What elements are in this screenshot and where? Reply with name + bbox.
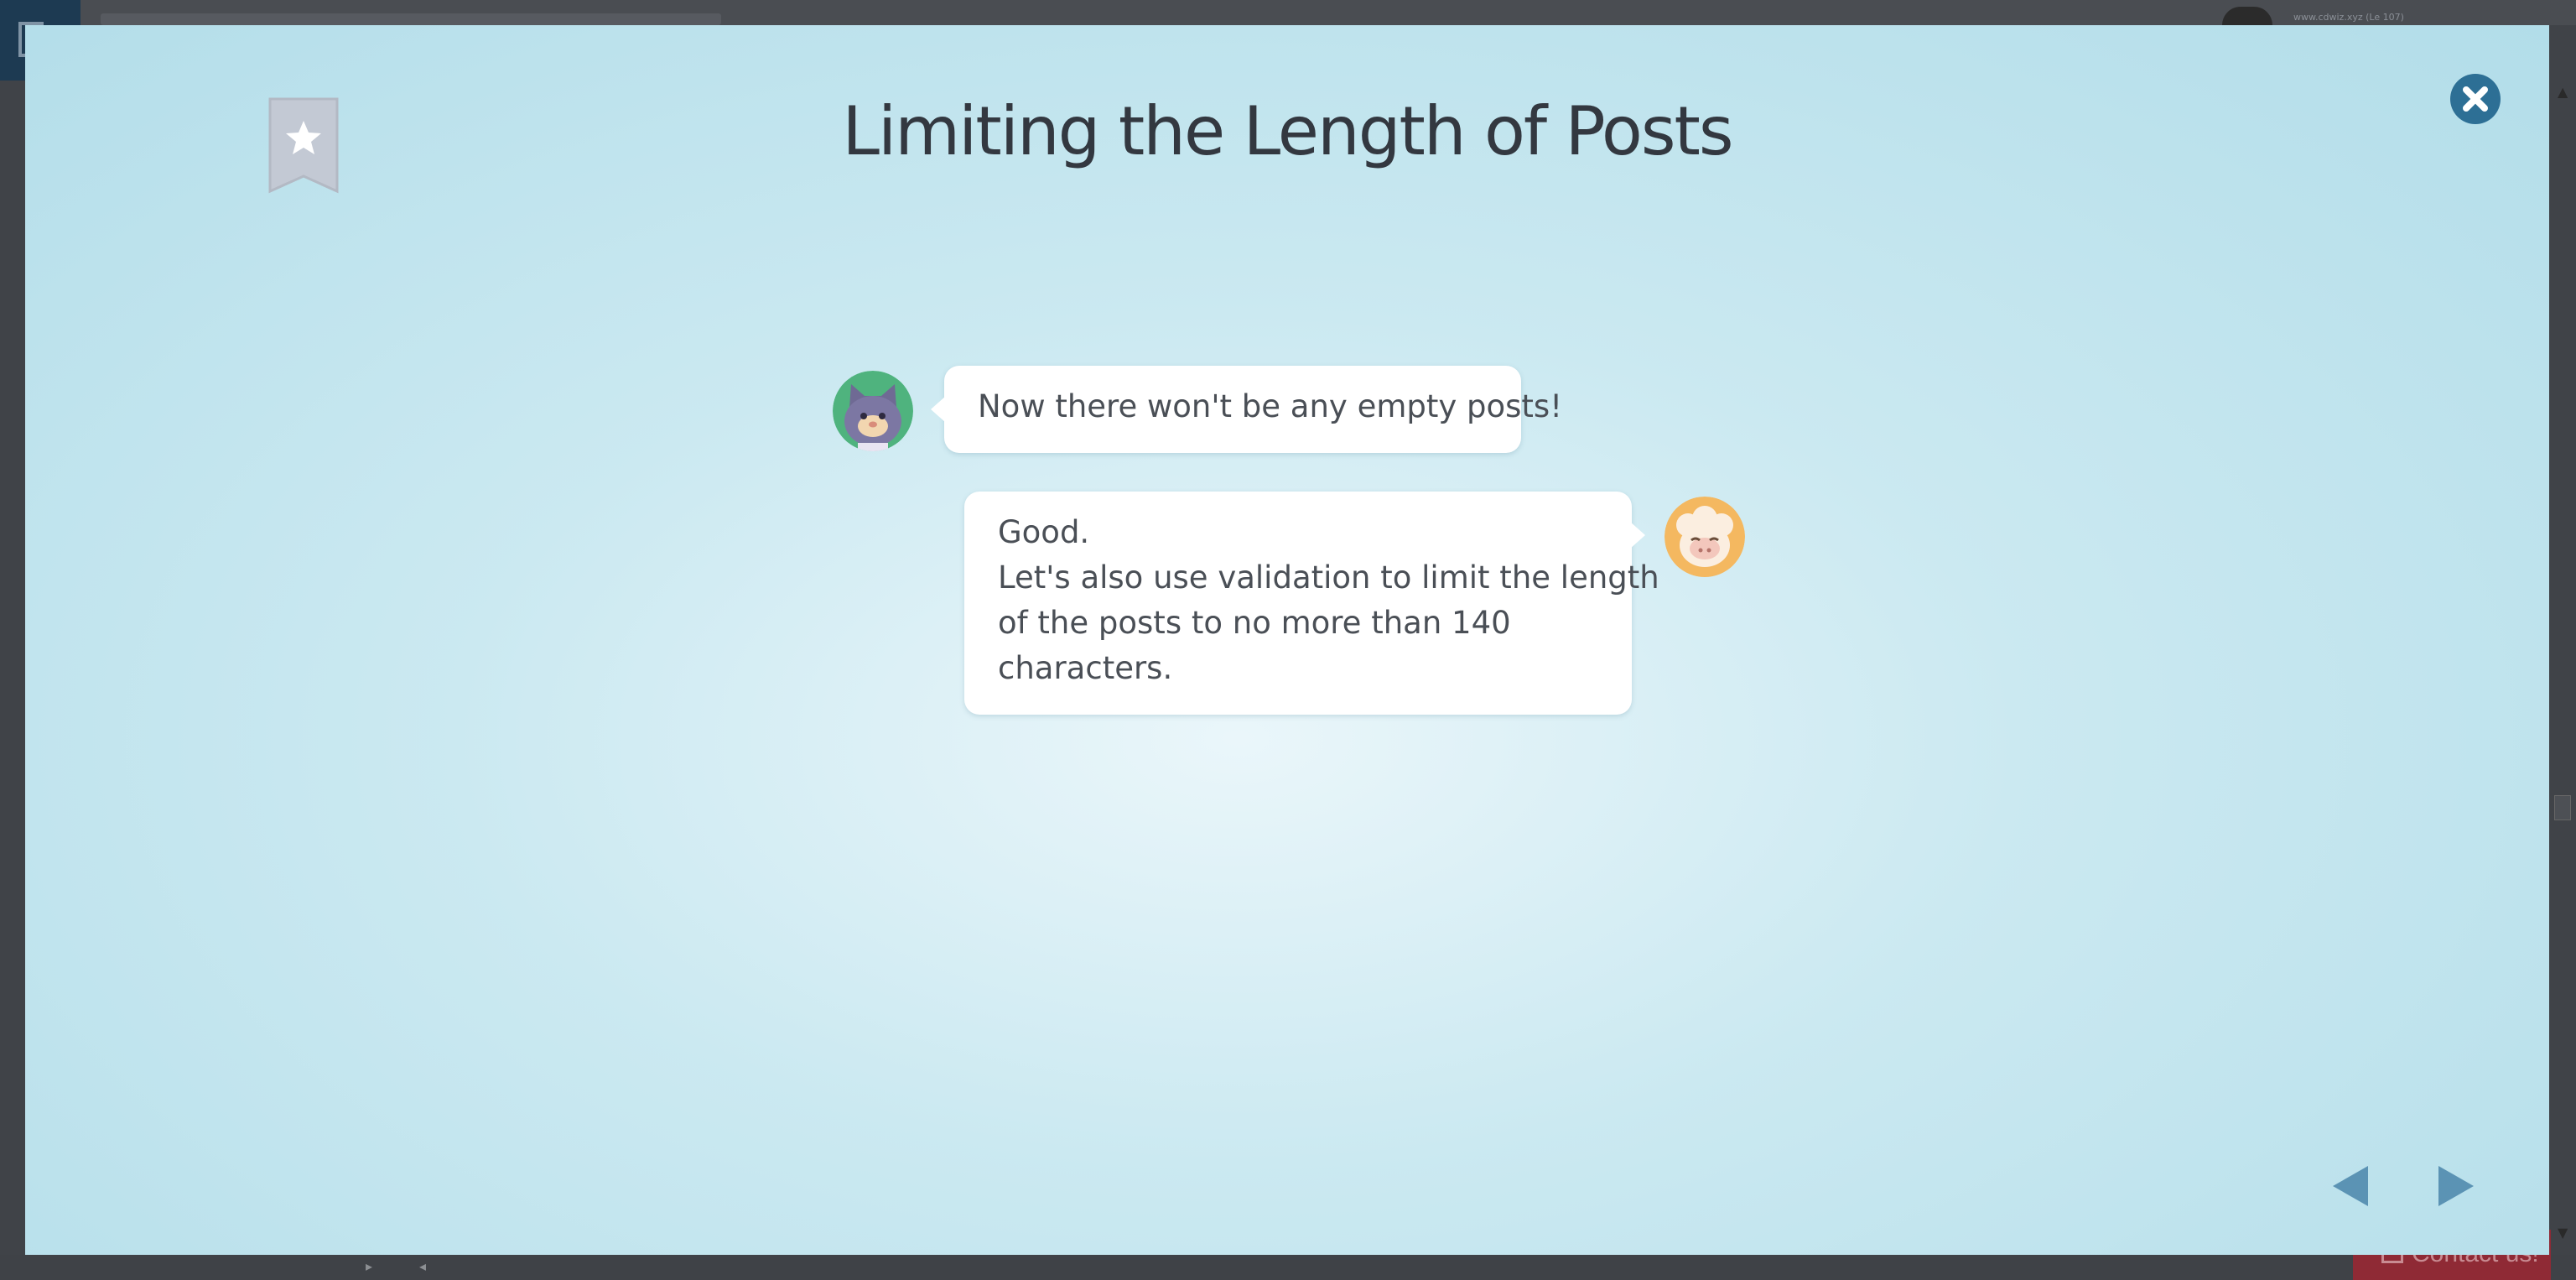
background-left-strip xyxy=(0,25,25,1280)
background-scrollbar-track xyxy=(2549,25,2576,1280)
chat-bubble-cat: Now there won't be any empty posts! xyxy=(931,366,1563,453)
triangle-left-icon xyxy=(2333,1166,2368,1206)
chat-message-line: Now there won't be any empty posts! xyxy=(978,388,1563,424)
chat-message-line: characters. xyxy=(998,650,1173,686)
previous-slide-button[interactable] xyxy=(2328,1163,2378,1210)
chat-message-line: Good. xyxy=(998,514,1090,550)
close-icon xyxy=(2450,74,2501,124)
background-search-bar xyxy=(101,13,721,25)
hscroll-right-arrow-icon: ▸ xyxy=(366,1258,373,1274)
scroll-down-arrow-icon: ▼ xyxy=(2558,1225,2568,1241)
sheep-avatar xyxy=(1665,497,1745,577)
background-scrollbar-thumb xyxy=(2554,795,2571,820)
chat-message-line: of the posts to no more than 140 xyxy=(998,605,1511,641)
background-user-avatar xyxy=(2222,7,2272,25)
scroll-up-arrow-icon: ▲ xyxy=(2558,84,2568,100)
chat-bubble-sheep: Good. Let's also use validation to limit… xyxy=(964,492,1659,715)
lesson-title: Limiting the Length of Posts xyxy=(842,92,1733,170)
chat-message-line: Let's also use validation to limit the l… xyxy=(998,559,1659,596)
triangle-right-icon xyxy=(2438,1166,2474,1206)
next-slide-button[interactable] xyxy=(2428,1163,2479,1210)
background-bottom-bar xyxy=(0,1255,2576,1280)
lesson-modal: Limiting the Length of Posts Now there w… xyxy=(25,25,2549,1255)
background-url-text: www.cdwiz.xyz (Le 107) xyxy=(2293,12,2404,23)
close-button[interactable] xyxy=(2449,72,2502,126)
hscroll-left-arrow-icon: ◂ xyxy=(419,1258,427,1274)
cat-avatar xyxy=(833,371,913,451)
